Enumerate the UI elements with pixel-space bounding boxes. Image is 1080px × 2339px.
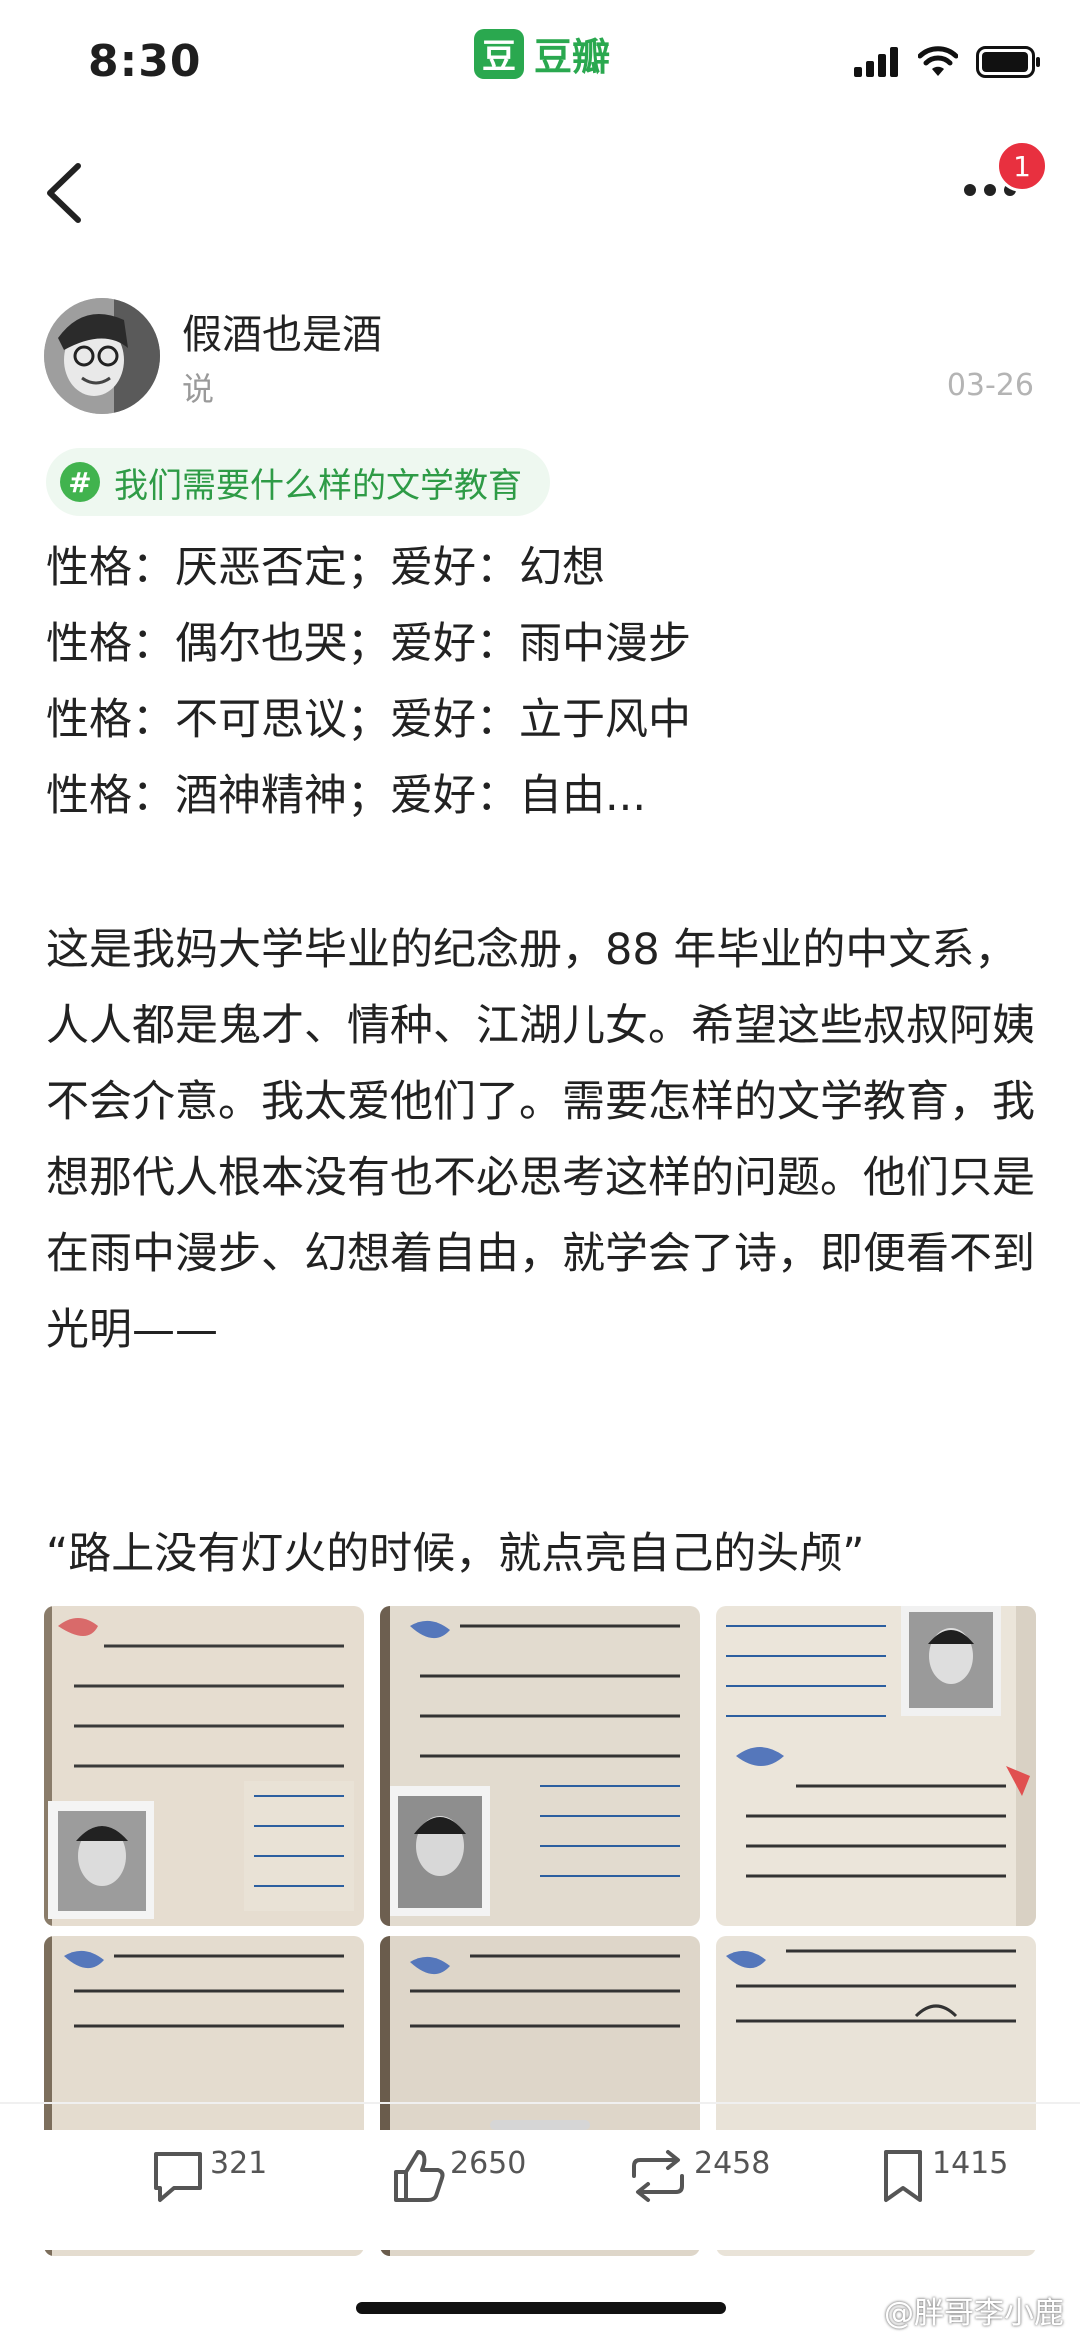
- memorial-book-page-image: [716, 1606, 1036, 1926]
- bookmark-icon: [884, 2150, 922, 2202]
- topic-label: 我们需要什么样的文学教育: [114, 465, 522, 506]
- post-line: 性格：不可思议；爱好：立于风中: [46, 695, 691, 745]
- app-logo: 豆 豆瓣: [474, 26, 610, 81]
- watermark: @胖哥李小鹿: [884, 2296, 1064, 2331]
- author-action: 说: [182, 370, 215, 408]
- comment-button[interactable]: 321: [150, 2146, 267, 2206]
- status-time: 8:30: [88, 36, 202, 87]
- collect-button[interactable]: 1415: [878, 2146, 1008, 2206]
- photo-thumbnail[interactable]: [380, 1606, 700, 1926]
- topic-chip[interactable]: # 我们需要什么样的文学教育: [46, 448, 550, 516]
- status-bar: 8:30 豆 豆瓣: [0, 0, 1080, 130]
- collect-count: 1415: [932, 2146, 1009, 2181]
- post-quote: “路上没有灯火的时候，就点亮自己的头颅”: [46, 1529, 865, 1579]
- avatar-image: [44, 298, 160, 414]
- chevron-left-icon: [47, 163, 81, 223]
- reshare-button[interactable]: 2458: [626, 2146, 770, 2206]
- comment-count: 321: [210, 2146, 268, 2181]
- post-date: 03-26: [946, 368, 1034, 403]
- sheet-handle[interactable]: [490, 2120, 590, 2130]
- photo-thumbnail[interactable]: [716, 1606, 1036, 1926]
- battery-icon: [976, 46, 1040, 78]
- post-paragraph: 这是我妈大学毕业的纪念册，88 年毕业的中文系，人人都是鬼才、情种、江湖儿女。希…: [46, 925, 1035, 1355]
- memorial-book-page-image: [380, 1606, 700, 1926]
- avatar[interactable]: [44, 298, 160, 414]
- photo-grid: [44, 1606, 1044, 2256]
- photo-thumbnail[interactable]: [44, 1606, 364, 1926]
- memorial-book-page-image: [44, 1606, 364, 1926]
- back-button[interactable]: [38, 158, 90, 228]
- post-lines: 性格：厌恶否定；爱好：幻想 性格：偶尔也哭；爱好：雨中漫步 性格：不可思议；爱好…: [46, 530, 1036, 834]
- douban-logo-icon: 豆: [474, 28, 524, 79]
- notification-badge: 1: [996, 140, 1048, 192]
- comment-icon: [154, 2152, 202, 2202]
- app-name: 豆瓣: [534, 35, 611, 79]
- like-button[interactable]: 2650: [390, 2146, 526, 2206]
- reshare-icon: [632, 2150, 684, 2202]
- wifi-icon: [918, 46, 958, 76]
- signal-icon: [854, 47, 898, 77]
- post-line: 性格：酒神精神；爱好：自由...: [46, 771, 647, 821]
- post-line: 性格：厌恶否定；爱好：幻想: [46, 543, 605, 593]
- home-indicator[interactable]: [356, 2302, 726, 2314]
- system-icons: [854, 46, 1042, 78]
- post-line: 性格：偶尔也哭；爱好：雨中漫步: [46, 619, 691, 669]
- divider: [0, 2102, 1080, 2104]
- thumbs-up-icon: [394, 2150, 445, 2202]
- like-count: 2650: [450, 2146, 527, 2181]
- hashtag-icon: #: [60, 462, 100, 502]
- reshare-count: 2458: [694, 2146, 771, 2181]
- author-name[interactable]: 假酒也是酒: [182, 302, 382, 360]
